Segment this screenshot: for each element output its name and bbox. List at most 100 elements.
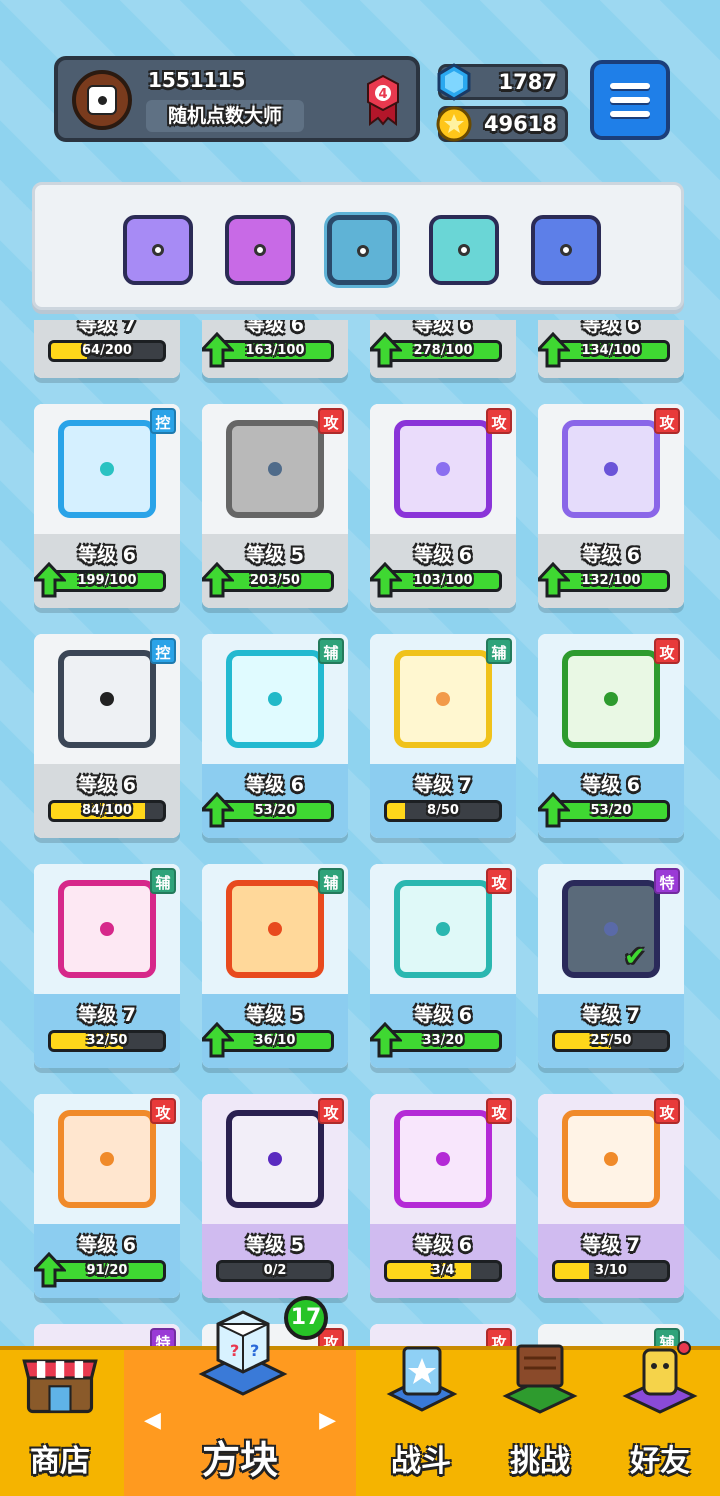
gem-counter[interactable]: 1787 (437, 63, 568, 101)
block-type-badge: 辅 (318, 868, 344, 894)
nav-shop[interactable]: 商店 (0, 1350, 120, 1496)
block-card[interactable]: 攻等级 5 0/2 (202, 1094, 348, 1298)
svg-text:?: ? (230, 1341, 239, 1360)
equipped-deck-panel (32, 182, 684, 310)
block-card[interactable]: 攻等级 6 3/4 (370, 1094, 516, 1298)
block-card[interactable]: 辅等级 6 53/20 (202, 634, 348, 838)
block-card[interactable]: 攻等级 6 33/20 (370, 864, 516, 1068)
gem-amount: 1787 (498, 70, 557, 94)
upgrade-arrow-icon[interactable] (202, 332, 234, 368)
block-type-badge: 辅 (150, 868, 176, 894)
block-tile (58, 880, 156, 978)
block-tile (226, 420, 324, 518)
nav-challenge[interactable]: 挑战 (482, 1344, 598, 1496)
block-tile (394, 420, 492, 518)
upgrade-arrow-icon[interactable] (202, 562, 234, 598)
gem-icon (437, 63, 471, 101)
card-level: 等级 6 (78, 774, 136, 796)
progress-text: 203/50 (250, 573, 300, 588)
menu-icon-line (610, 83, 650, 89)
mystery-block-icon: ? ? (198, 1310, 288, 1396)
block-card[interactable]: 等级 6 278/100 (370, 320, 516, 378)
upgrade-arrow-icon[interactable] (34, 562, 66, 598)
equipped-check-icon: ✔ (624, 942, 646, 972)
upgrade-arrow-icon[interactable] (538, 792, 570, 828)
block-card[interactable]: 攻等级 6 103/100 (370, 404, 516, 608)
block-card[interactable]: 攻等级 5 203/50 (202, 404, 348, 608)
deck-slot-2[interactable] (225, 215, 295, 285)
block-tile (394, 880, 492, 978)
player-avatar[interactable] (72, 70, 132, 130)
deck-slot-pip (357, 245, 369, 257)
upgrade-arrow-icon[interactable] (202, 1022, 234, 1058)
svg-text:?: ? (250, 1341, 259, 1360)
block-type-badge: 攻 (486, 1098, 512, 1124)
upgrade-arrow-icon[interactable] (370, 562, 402, 598)
nav-blocks[interactable]: ◀ ▶ ? ? 17 方块 (124, 1296, 356, 1496)
upgrade-arrow-icon[interactable] (538, 562, 570, 598)
block-tile (394, 1110, 492, 1208)
blocks-notification-badge: 17 (284, 1296, 328, 1340)
deck-slot-1[interactable] (123, 215, 193, 285)
deck-slot-pip (458, 244, 470, 256)
nav-friends[interactable]: 好友 (600, 1341, 720, 1496)
block-type-badge: 控 (150, 638, 176, 664)
block-card[interactable]: 攻等级 6 91/20 (34, 1094, 180, 1298)
card-level: 等级 7 (582, 1004, 640, 1026)
block-card[interactable]: 等级 6 163/100 (202, 320, 348, 378)
block-card[interactable]: 辅等级 7 8/50 (370, 634, 516, 838)
upgrade-arrow-icon[interactable] (370, 1022, 402, 1058)
block-pip-icon (100, 462, 114, 476)
block-pip-icon (436, 692, 450, 706)
block-card[interactable]: 等级 7 64/200 (34, 320, 180, 378)
progress-text: 199/100 (77, 573, 137, 588)
bottom-navigation: 商店 ◀ ▶ ? ? 17 方块 战斗 挑战 好友 (0, 1296, 720, 1496)
main-menu-button[interactable] (590, 60, 670, 140)
block-tile (562, 1110, 660, 1208)
block-type-badge: 攻 (654, 408, 680, 434)
progress-text: 64/200 (82, 343, 132, 358)
block-card[interactable]: 控等级 6 199/100 (34, 404, 180, 608)
block-tile (58, 420, 156, 518)
block-card[interactable]: 等级 6 134/100 (538, 320, 684, 378)
upgrade-arrow-icon[interactable] (370, 332, 402, 368)
deck-slot-4[interactable] (429, 215, 499, 285)
nav-friends-label: 好友 (630, 1444, 690, 1479)
deck-slot-3[interactable] (327, 215, 397, 285)
block-collection-grid: 等级 7 64/200 等级 6 163/100 等级 6 278/100 等级 6 134/… (0, 320, 720, 1346)
card-level: 等级 7 (78, 320, 136, 336)
progress-bar: 32/50 (48, 1030, 166, 1052)
progress-text: 33/20 (422, 1033, 464, 1048)
block-card[interactable]: 辅等级 7 32/50 (34, 864, 180, 1068)
block-type-badge: 辅 (318, 638, 344, 664)
block-tile (226, 1110, 324, 1208)
upgrade-arrow-icon[interactable] (202, 792, 234, 828)
rank-ribbon-icon[interactable]: 4 (364, 74, 402, 126)
dice-avatar-icon (87, 85, 117, 115)
progress-text: 91/20 (86, 1263, 128, 1278)
shop-icon (22, 1359, 98, 1414)
block-pip-icon (268, 1152, 282, 1166)
block-card[interactable]: 攻等级 7 3/10 (538, 1094, 684, 1298)
player-profile-panel[interactable]: 1551115 随机点数大师 4 (54, 56, 420, 142)
deck-slot-5[interactable] (531, 215, 601, 285)
block-pip-icon (604, 922, 618, 936)
gold-counter[interactable]: 49618 (436, 106, 568, 142)
block-card[interactable]: 攻等级 6 53/20 (538, 634, 684, 838)
block-pip-icon (268, 922, 282, 936)
block-pip-icon (100, 1152, 114, 1166)
nav-battle[interactable]: 战斗 (360, 1346, 482, 1496)
block-card[interactable]: 辅等级 5 36/10 (202, 864, 348, 1068)
upgrade-arrow-icon[interactable] (538, 332, 570, 368)
block-card[interactable]: 特 ✔ 等级 7 25/50 (538, 864, 684, 1068)
progress-text: 8/50 (427, 803, 459, 818)
progress-text: 163/100 (245, 343, 305, 358)
progress-bar: 8/50 (384, 800, 502, 822)
block-type-badge: 攻 (486, 868, 512, 894)
block-card[interactable]: 攻等级 6 132/100 (538, 404, 684, 608)
card-level: 等级 7 (582, 1234, 640, 1256)
block-pip-icon (604, 462, 618, 476)
upgrade-arrow-icon[interactable] (34, 1252, 66, 1288)
block-type-badge: 攻 (318, 1098, 344, 1124)
block-card[interactable]: 控等级 6 84/100 (34, 634, 180, 838)
